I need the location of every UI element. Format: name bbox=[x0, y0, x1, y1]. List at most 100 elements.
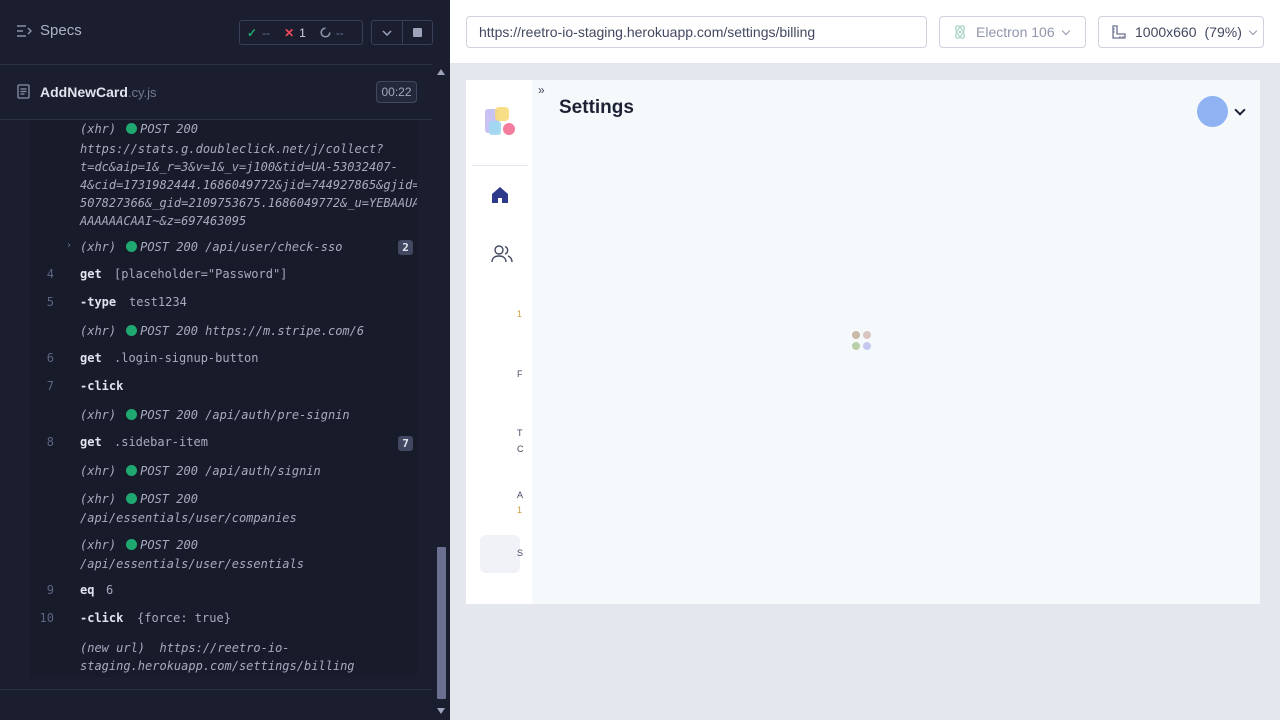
xhr-status: POST 200 bbox=[140, 240, 198, 254]
home-icon[interactable] bbox=[490, 185, 510, 205]
test-stats: ✓ -- ✕ 1 -- bbox=[239, 20, 363, 45]
truncated-label: C bbox=[517, 444, 524, 454]
url-line: t=dc&aip=1&_r=3&v=1&_v=j100&tid=UA-53032… bbox=[80, 160, 398, 174]
failed-count: 1 bbox=[299, 25, 306, 40]
xhr-entry: (xhr) POST 200 bbox=[80, 122, 198, 136]
loading-spinner-icon bbox=[852, 331, 874, 353]
command-arg: test1234 bbox=[129, 295, 187, 309]
command-log-scrollbar[interactable] bbox=[433, 65, 450, 720]
browser-label: Electron 106 bbox=[976, 24, 1055, 40]
reporter-header: Specs ✓ -- ✕ 1 -- bbox=[0, 0, 433, 65]
xhr-url: /api/user/check-sso bbox=[205, 240, 343, 254]
pending-count: -- bbox=[335, 25, 344, 40]
avatar[interactable] bbox=[1197, 96, 1228, 127]
command-arg: .login-signup-button bbox=[114, 351, 259, 365]
reporter-panel: Specs ✓ -- ✕ 1 -- AddNewCard.cy.js 00:22… bbox=[0, 0, 450, 720]
page-title: Settings bbox=[559, 97, 634, 118]
command-log: (xhr) POST 200 https://stats.g.doubleclic… bbox=[30, 120, 417, 677]
status-dot-icon bbox=[126, 539, 138, 550]
xhr-entry: (xhr) POST 200 bbox=[80, 492, 198, 506]
divider bbox=[0, 689, 432, 690]
browser-selector[interactable]: Electron 106 bbox=[939, 16, 1086, 48]
stop-button[interactable] bbox=[401, 21, 432, 44]
collapse-button[interactable] bbox=[372, 21, 402, 44]
xhr-prefix: (xhr) bbox=[80, 122, 117, 136]
truncated-label: 1 bbox=[517, 309, 523, 319]
scroll-thumb[interactable] bbox=[437, 547, 446, 699]
run-controls bbox=[371, 20, 433, 45]
viewport-selector[interactable]: 1000x660 (79%) bbox=[1098, 16, 1264, 48]
expand-chevron-icon: › bbox=[66, 240, 73, 251]
scroll-down-arrow-icon[interactable] bbox=[437, 708, 445, 714]
spec-extension: .cy.js bbox=[127, 85, 157, 100]
sidebar-item-active[interactable] bbox=[480, 535, 520, 573]
command-name: get bbox=[80, 351, 102, 365]
line-number: 4 bbox=[46, 267, 54, 281]
xhr-entry: (xhr) POST 200 bbox=[80, 538, 198, 552]
command-name: -click bbox=[80, 611, 124, 625]
viewport-zoom: (79%) bbox=[1204, 24, 1242, 40]
line-number: 6 bbox=[46, 351, 54, 365]
specs-label: Specs bbox=[40, 22, 82, 39]
pending-icon bbox=[320, 27, 331, 38]
passed-count: -- bbox=[262, 25, 271, 40]
ruler-icon bbox=[1112, 25, 1126, 39]
command-name: get bbox=[80, 435, 102, 449]
scroll-up-arrow-icon[interactable] bbox=[437, 69, 445, 75]
xhr-status: POST 200 bbox=[140, 538, 198, 552]
chevron-down-icon bbox=[1061, 26, 1070, 35]
command-arg: 6 bbox=[106, 583, 114, 597]
xhr-url: /api/essentials/user/essentials bbox=[80, 557, 304, 571]
x-icon: ✕ bbox=[284, 25, 295, 40]
url-bar[interactable]: https://reetro-io-staging.herokuapp.com/… bbox=[466, 16, 927, 48]
xhr-prefix: (xhr) bbox=[80, 538, 117, 552]
truncated-label: A bbox=[517, 490, 524, 500]
line-number: 9 bbox=[46, 583, 54, 597]
command-name: -type bbox=[80, 295, 117, 309]
app-logo bbox=[485, 107, 515, 135]
check-icon: ✓ bbox=[247, 25, 258, 40]
xhr-status: POST 200 bbox=[140, 122, 198, 136]
xhr-prefix: (xhr) bbox=[80, 464, 117, 478]
chevron-down-icon[interactable] bbox=[1234, 104, 1246, 116]
xhr-entry: (xhr) POST 200 /api/auth/pre-signin bbox=[80, 408, 350, 422]
status-dot-icon bbox=[126, 465, 138, 476]
status-dot-icon bbox=[126, 241, 138, 252]
count-badge: 2 bbox=[398, 240, 413, 255]
url-line: https://reetro-io- bbox=[159, 641, 290, 655]
command-name: get bbox=[80, 267, 102, 281]
expand-sidebar-icon[interactable]: » bbox=[538, 83, 545, 97]
xhr-prefix: (xhr) bbox=[80, 324, 117, 338]
line-number: 8 bbox=[46, 435, 54, 449]
xhr-status: POST 200 bbox=[140, 492, 198, 506]
command-arg: .sidebar-item bbox=[114, 435, 208, 449]
chevron-down-icon bbox=[1248, 26, 1258, 35]
xhr-url: https://m.stripe.com/6 bbox=[205, 324, 365, 338]
xhr-url: https://stats.g.doubleclick.net/j/collec… bbox=[80, 140, 417, 230]
chevron-down-icon bbox=[382, 29, 392, 36]
file-icon bbox=[17, 84, 30, 99]
electron-icon bbox=[955, 25, 965, 39]
url-line: https://stats.g.doubleclick.net/j/collec… bbox=[80, 142, 384, 156]
stop-icon bbox=[412, 28, 422, 37]
app-sidebar: 1 F T C A 1 S bbox=[466, 80, 532, 604]
command-arg: [placeholder="Password"] bbox=[114, 267, 288, 281]
passed-stat: ✓ -- bbox=[240, 21, 277, 44]
xhr-url: /api/auth/signin bbox=[205, 464, 321, 478]
spec-name: AddNewCard bbox=[40, 84, 128, 100]
truncated-label: S bbox=[517, 548, 524, 558]
xhr-status: POST 200 bbox=[140, 408, 198, 422]
spec-file-name[interactable]: AddNewCard.cy.js bbox=[40, 84, 157, 100]
duration-badge: 00:22 bbox=[376, 81, 417, 103]
xhr-entry: (xhr) POST 200 /api/auth/signin bbox=[80, 464, 321, 478]
users-icon[interactable] bbox=[491, 244, 513, 264]
truncated-label: T bbox=[517, 428, 523, 438]
truncated-label: F bbox=[517, 369, 523, 379]
xhr-url: /api/essentials/user/companies bbox=[80, 511, 297, 525]
xhr-prefix: (xhr) bbox=[80, 408, 117, 422]
url-line: staging.herokuapp.com/settings/billing bbox=[80, 659, 355, 673]
xhr-prefix: (xhr) bbox=[80, 240, 117, 254]
pending-stat: -- bbox=[313, 21, 351, 44]
specs-button[interactable]: Specs bbox=[16, 22, 82, 39]
count-badge: 7 bbox=[398, 436, 413, 451]
